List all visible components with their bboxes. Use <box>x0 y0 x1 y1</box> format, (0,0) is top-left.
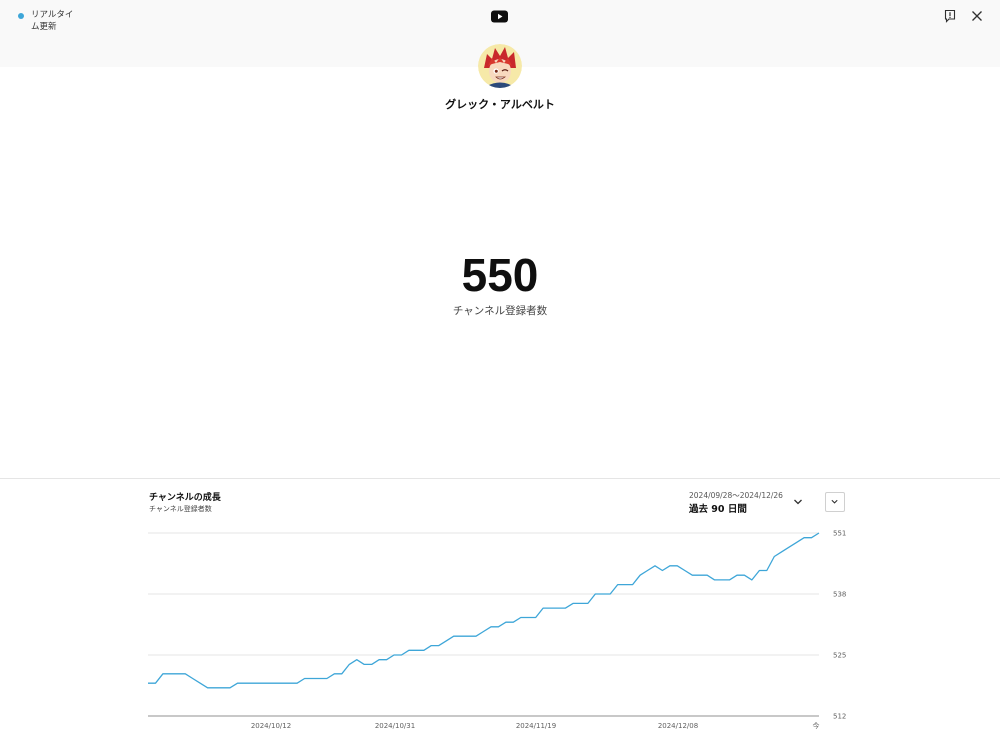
y-tick-label: 551 <box>833 530 846 538</box>
y-tick-label: 525 <box>833 652 846 660</box>
x-tick-label: 今 <box>813 721 820 730</box>
live-update-label: リアルタイム更新 <box>31 10 74 32</box>
subscriber-count-label: チャンネル登録者数 <box>452 305 548 317</box>
channel-avatar <box>478 44 522 88</box>
growth-chart: 551 538 525 512 2024/10/12 2024/10/31 2024/11… <box>148 530 846 730</box>
range-label: 過去 90 日間 <box>689 504 747 515</box>
subscriber-count: 550 <box>461 249 539 301</box>
y-tick-label: 512 <box>833 713 846 721</box>
y-tick-label: 538 <box>833 591 846 599</box>
close-icon[interactable] <box>970 9 984 23</box>
section-divider <box>0 478 1000 479</box>
growth-title: チャンネルの成長 <box>149 493 221 503</box>
youtube-icon <box>491 10 508 23</box>
x-tick-label: 2024/11/19 <box>516 722 556 730</box>
feedback-icon[interactable] <box>943 9 957 23</box>
chevron-down-icon <box>831 499 838 504</box>
range-dropdown-chevron-down-icon[interactable] <box>788 494 808 510</box>
x-tick-label: 2024/12/08 <box>658 722 698 730</box>
live-indicator-dot <box>18 13 24 19</box>
channel-name: グレック・アルベルト <box>445 98 555 111</box>
growth-subtitle: チャンネル登録者数 <box>149 505 212 513</box>
x-tick-label: 2024/10/31 <box>375 722 415 730</box>
x-tick-label: 2024/10/12 <box>251 722 291 730</box>
expand-chart-button[interactable] <box>825 492 845 512</box>
series-line-subscribers <box>148 532 820 689</box>
date-range: 2024/09/28〜2024/12/26 <box>689 491 783 500</box>
